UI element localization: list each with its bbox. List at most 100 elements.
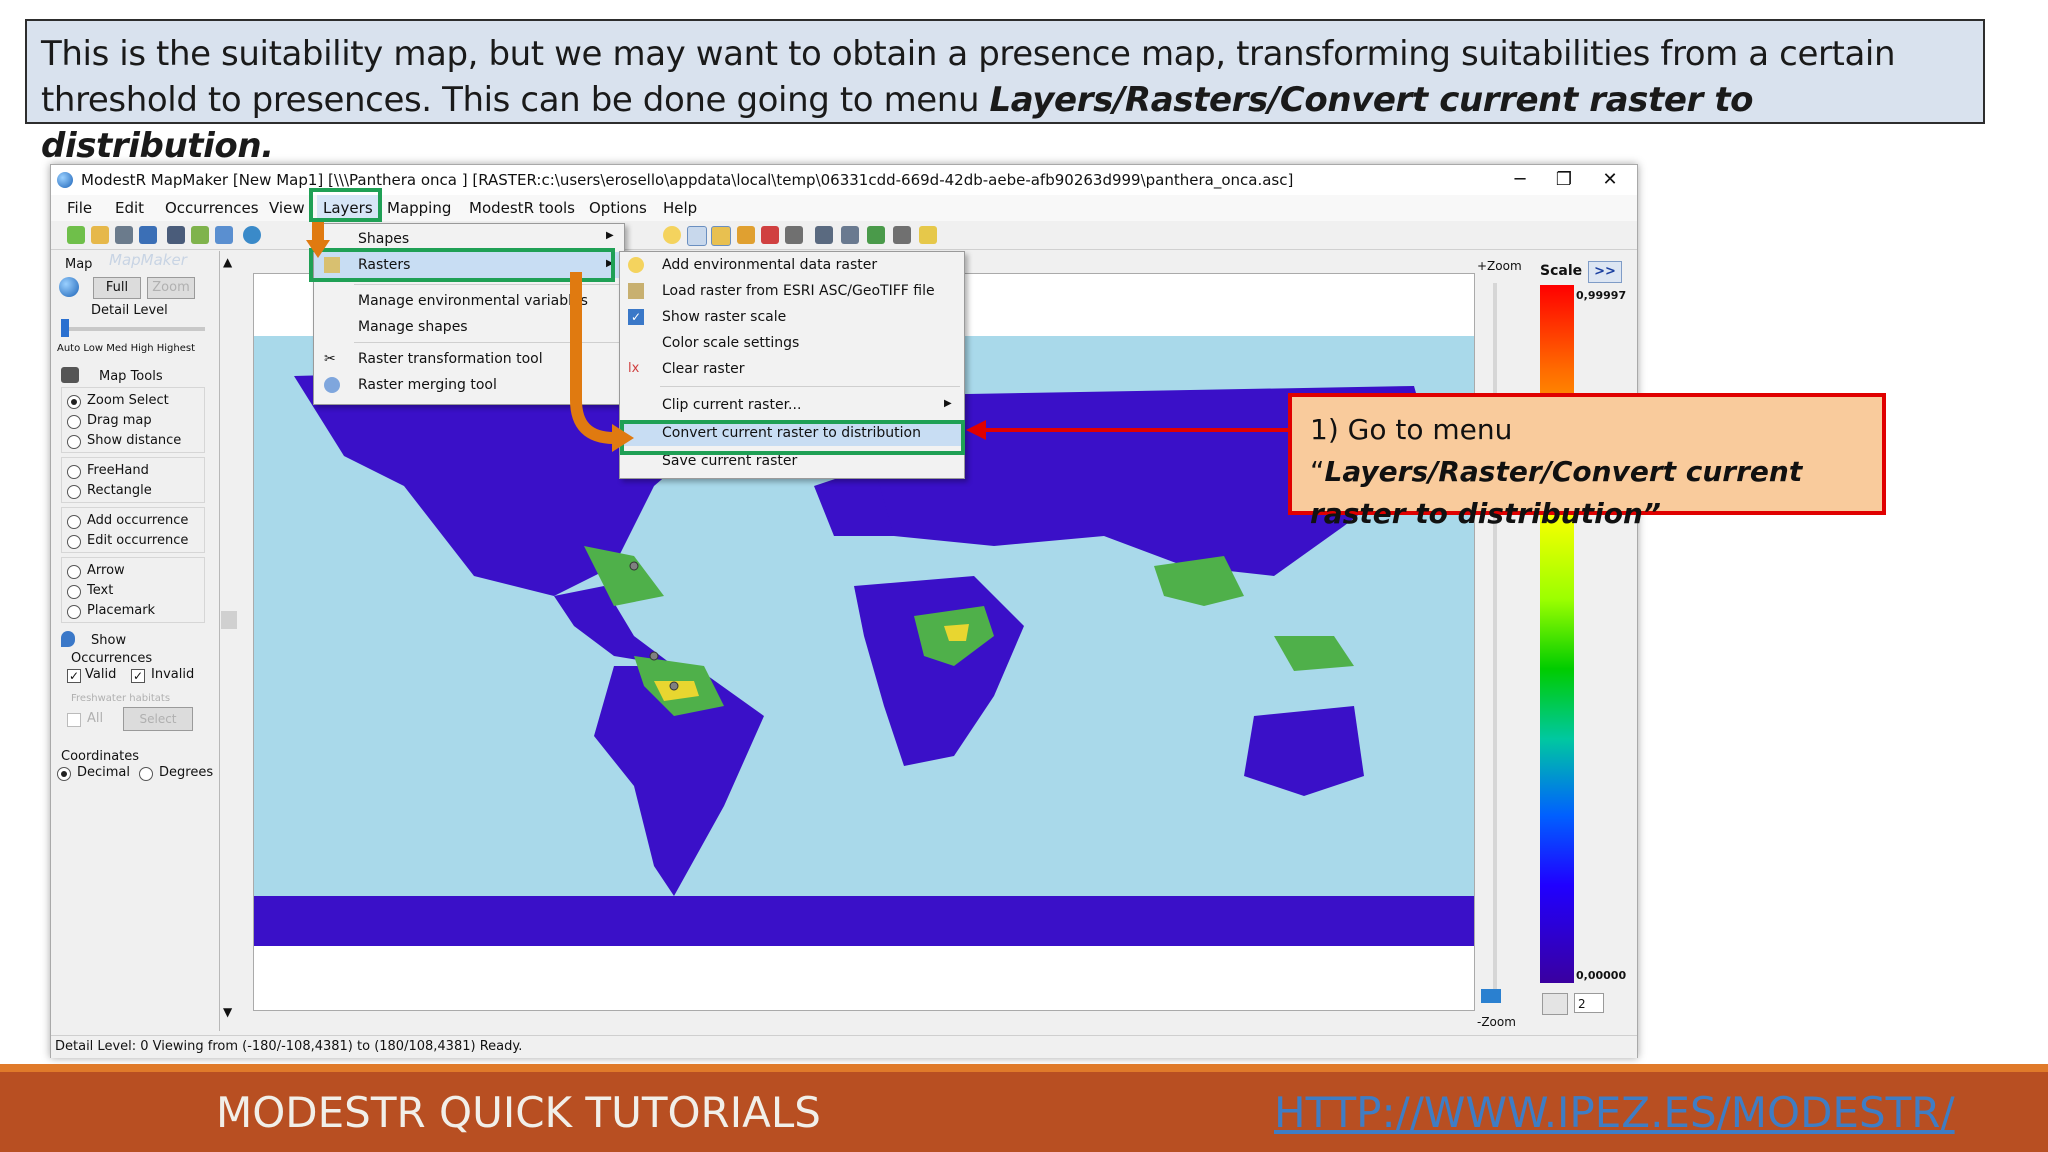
title-bar: ModestR MapMaker [New Map1] [\\\Panthera… xyxy=(51,165,1637,195)
detail-slider-thumb[interactable] xyxy=(61,319,69,337)
arrow-radio[interactable] xyxy=(67,565,81,579)
scale-panel: Scale >> 0,99997 0,00000 2 xyxy=(1536,259,1634,1019)
placemark-radio[interactable] xyxy=(67,605,81,619)
freehand-label: FreeHand xyxy=(87,463,149,478)
scroll-down-icon[interactable]: ▼ xyxy=(223,1005,232,1019)
menu-item-clip-raster[interactable]: Clip current raster... xyxy=(662,392,801,418)
highlight-rasters-item xyxy=(309,248,615,282)
add-occurrence-radio[interactable] xyxy=(67,515,81,529)
window-title: ModestR MapMaker [New Map1] [\\\Panthera… xyxy=(81,171,1294,189)
panel-scrollbar[interactable]: ▲ ▼ xyxy=(221,255,237,1025)
close-button[interactable]: ✕ xyxy=(1587,165,1633,195)
edit-occurrence-radio[interactable] xyxy=(67,535,81,549)
zoom-select-radio[interactable] xyxy=(67,395,81,409)
freehand-radio[interactable] xyxy=(67,465,81,479)
full-extent-button[interactable]: Full xyxy=(93,277,141,299)
menu-item-manage-shapes[interactable]: Manage shapes xyxy=(358,314,468,340)
menu-modestr-tools[interactable]: ModestR tools xyxy=(463,195,581,221)
highlight-layers-menu xyxy=(309,188,382,222)
show-distance-radio[interactable] xyxy=(67,435,81,449)
anchor-icon[interactable] xyxy=(893,226,911,244)
print-icon[interactable] xyxy=(139,226,157,244)
menu-item-show-raster-scale[interactable]: Show raster scale xyxy=(662,304,786,330)
footer-bar: MODESTR QUICK TUTORIALS HTTP://WWW.IPEZ.… xyxy=(0,1064,2048,1152)
submenu-arrow-icon: ▶ xyxy=(944,398,952,409)
scroll-up-icon[interactable]: ▲ xyxy=(223,255,232,269)
menu-item-add-env-raster[interactable]: Add environmental data raster xyxy=(662,252,877,278)
zoom-in-label[interactable]: +Zoom xyxy=(1477,259,1522,273)
scale-title: Scale xyxy=(1540,263,1583,279)
menu-bar: File Edit Occurrences View Layers Mappin… xyxy=(51,195,1637,221)
menu-item-color-scale-settings[interactable]: Color scale settings xyxy=(662,330,799,356)
menu-item-raster-transformation[interactable]: Raster transformation tool xyxy=(358,346,543,372)
instruction-caption: This is the suitability map, but we may … xyxy=(25,19,1985,166)
pen-icon[interactable] xyxy=(737,226,755,244)
layers-icon[interactable] xyxy=(191,226,209,244)
detail-level-slider[interactable] xyxy=(61,327,205,331)
menu-separator xyxy=(660,386,960,387)
arrow-label: Arrow xyxy=(87,563,125,578)
menu-view[interactable]: View xyxy=(263,195,311,221)
minimize-button[interactable]: ─ xyxy=(1497,165,1543,195)
status-bar: Detail Level: 0 Viewing from (-180/-108,… xyxy=(51,1035,1637,1058)
submenu-arrow-icon: ▶ xyxy=(606,230,614,241)
text-radio[interactable] xyxy=(67,585,81,599)
valid-checkbox[interactable]: ✓ xyxy=(67,669,81,683)
zoom-slider-track[interactable] xyxy=(1493,283,1497,1003)
zoom-out-label[interactable]: -Zoom xyxy=(1477,1015,1516,1029)
menu-options[interactable]: Options xyxy=(583,195,653,221)
menu-item-manage-env-vars[interactable]: Manage environmental variables xyxy=(358,288,588,314)
folder-star-icon[interactable] xyxy=(919,226,937,244)
menu-mapping[interactable]: Mapping xyxy=(381,195,457,221)
menu-item-load-raster[interactable]: Load raster from ESRI ASC/GeoTIFF file xyxy=(662,278,935,304)
all-checkbox[interactable] xyxy=(67,713,81,727)
menu-help[interactable]: Help xyxy=(657,195,703,221)
new-map-icon[interactable] xyxy=(67,226,85,244)
sun-icon xyxy=(628,257,644,273)
edit-occurrence-label: Edit occurrence xyxy=(87,533,189,548)
raster-toggle-icon[interactable] xyxy=(687,226,707,246)
checked-icon: ✓ xyxy=(628,309,644,325)
all-label: All xyxy=(87,711,104,726)
globe-icon[interactable] xyxy=(243,226,261,244)
decimal-radio[interactable] xyxy=(57,767,71,781)
map-tools-icon xyxy=(61,367,79,383)
export-image-icon[interactable] xyxy=(215,226,233,244)
sun-icon[interactable] xyxy=(663,226,681,244)
scale-settings-icon[interactable] xyxy=(1542,993,1568,1015)
scale-expand-button[interactable]: >> xyxy=(1588,261,1622,283)
left-panel: Map MapMaker Full Zoom Detail Level Auto… xyxy=(51,251,220,1031)
database-icon[interactable] xyxy=(115,226,133,244)
hierarchy-icon[interactable] xyxy=(841,226,859,244)
scroll-thumb[interactable] xyxy=(221,611,237,629)
detail-level-label: Detail Level xyxy=(91,303,168,318)
menu-edit[interactable]: Edit xyxy=(109,195,150,221)
scissors-icon: ✂ xyxy=(324,351,336,367)
drag-map-radio[interactable] xyxy=(67,415,81,429)
clear-raster-icon[interactable] xyxy=(761,226,779,244)
cloud-icon[interactable] xyxy=(867,226,885,244)
footer-link[interactable]: HTTP://WWW.IPEZ.ES/MODESTR/ xyxy=(1274,1088,1955,1137)
menu-item-raster-merging[interactable]: Raster merging tool xyxy=(358,372,497,398)
scale-spinner[interactable]: 2 xyxy=(1574,993,1604,1013)
map-label: Map xyxy=(65,257,93,272)
open-folder-icon[interactable] xyxy=(91,226,109,244)
tree-icon[interactable] xyxy=(815,226,833,244)
app-globe-icon xyxy=(57,172,73,188)
menu-occurrences[interactable]: Occurrences xyxy=(159,195,265,221)
menu-item-clear-raster[interactable]: Clear raster xyxy=(662,356,745,382)
zoom-button[interactable]: Zoom xyxy=(147,277,195,299)
restore-button[interactable]: ❐ xyxy=(1541,165,1587,195)
raster-scale-icon[interactable] xyxy=(711,226,731,246)
rectangle-radio[interactable] xyxy=(67,485,81,499)
rectangle-label: Rectangle xyxy=(87,483,152,498)
filter-icon[interactable] xyxy=(785,226,803,244)
degrees-radio[interactable] xyxy=(139,767,153,781)
zoom-slider-thumb[interactable] xyxy=(1481,989,1501,1003)
save-icon[interactable] xyxy=(167,226,185,244)
select-button[interactable]: Select xyxy=(123,707,193,731)
menu-file[interactable]: File xyxy=(61,195,98,221)
invalid-checkbox[interactable]: ✓ xyxy=(131,669,145,683)
status-text: Detail Level: 0 Viewing from (-180/-108,… xyxy=(55,1039,523,1054)
menu-separator xyxy=(354,342,620,343)
